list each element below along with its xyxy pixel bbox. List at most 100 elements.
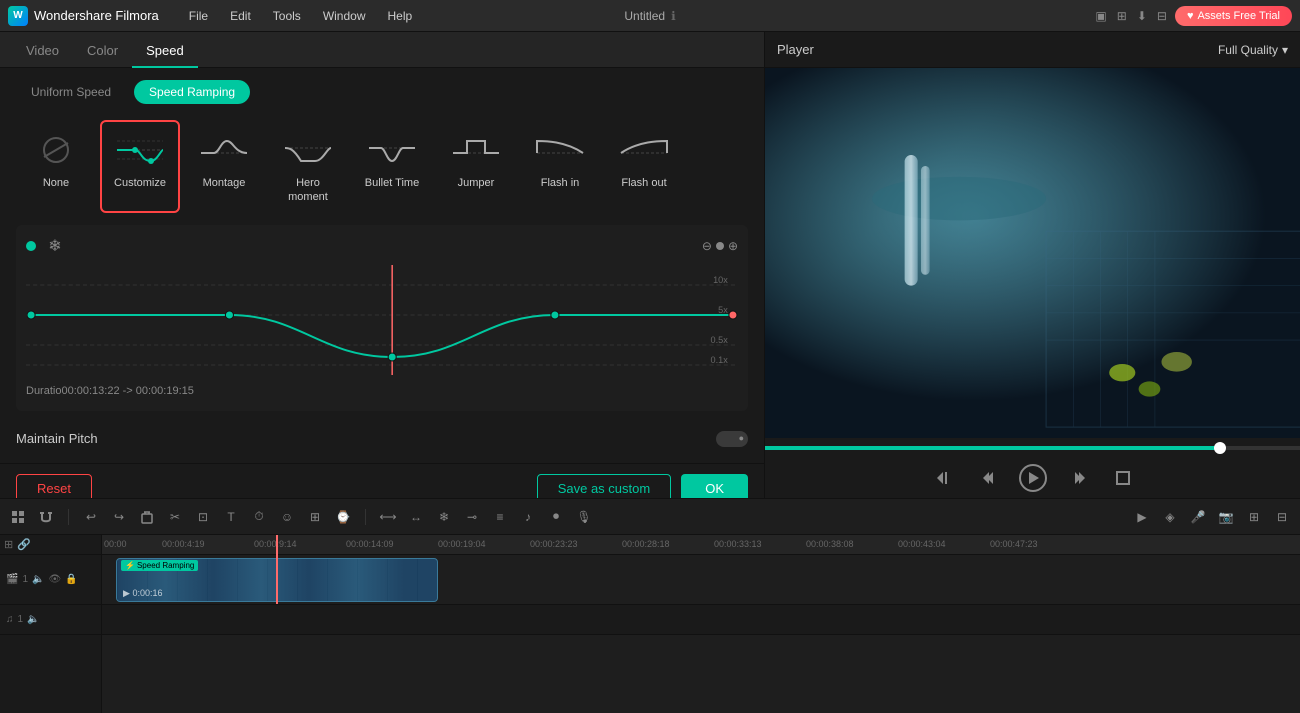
track-number: 1 — [22, 574, 28, 585]
tab-video[interactable]: Video — [12, 35, 73, 68]
step-forward-button[interactable] — [1067, 466, 1091, 490]
preset-none-icon — [26, 130, 86, 170]
layout-icon[interactable]: ⊟ — [1157, 9, 1167, 23]
step-back-button[interactable] — [975, 466, 999, 490]
preset-flash-out-label: Flash out — [621, 176, 666, 190]
zoom-controls: ⊖ ⊕ — [702, 239, 738, 253]
track-lock-icon[interactable]: 🔒 — [65, 574, 77, 585]
preset-flash-in-icon — [530, 130, 590, 170]
effect-tool[interactable]: ☺ — [277, 507, 297, 527]
overlay-tool[interactable]: ⊞ — [305, 507, 325, 527]
reset-button[interactable]: Reset — [16, 474, 92, 498]
preset-none[interactable]: None — [16, 120, 96, 213]
audio-track-lane — [102, 605, 1300, 635]
mark-btn[interactable]: ◈ — [1160, 507, 1180, 527]
delete-tool[interactable] — [137, 507, 157, 527]
download-icon[interactable]: ⬇ — [1137, 9, 1147, 23]
video-track-lane: ✕ ⚡ Speed Ramping — [102, 555, 1300, 605]
skip-back-button[interactable] — [931, 466, 955, 490]
zoom-out-icon[interactable]: ⊖ — [702, 239, 712, 253]
add-track-icon[interactable]: ⊞ — [4, 538, 13, 551]
zoom-in-icon[interactable]: ⊕ — [728, 239, 738, 253]
menu-tools[interactable]: Tools — [263, 5, 311, 27]
audio-track-controls: ♫ 1 🔈 — [0, 605, 101, 635]
link-icon[interactable]: 🔗 — [17, 538, 31, 551]
tab-color[interactable]: Color — [73, 35, 132, 68]
duration-tool[interactable]: ⏱ — [249, 507, 269, 527]
play-small-icon: ▶ — [123, 588, 130, 598]
snowflake-icon: ❄ — [48, 236, 61, 256]
preset-customize[interactable]: Customize — [100, 120, 180, 213]
titlebar-icons: ▣ ⊞ ⬇ ⊟ — [1095, 9, 1167, 23]
zoom-handle[interactable] — [716, 242, 724, 250]
preset-bullet-time[interactable]: Bullet Time — [352, 120, 432, 213]
quality-selector[interactable]: Full Quality ▾ — [1218, 43, 1288, 57]
play-button[interactable] — [1019, 464, 1047, 492]
menu-window[interactable]: Window — [313, 5, 376, 27]
menu-file[interactable]: File — [179, 5, 218, 27]
split-tool[interactable]: ⊸ — [462, 507, 482, 527]
fullscreen-button[interactable] — [1111, 466, 1135, 490]
svg-text:5x: 5x — [718, 305, 728, 315]
settings-btn[interactable]: ⊟ — [1272, 507, 1292, 527]
magnet-tool[interactable] — [36, 507, 56, 527]
more-tools-btn[interactable]: ⊞ — [1244, 507, 1264, 527]
progress-handle[interactable] — [1214, 442, 1226, 454]
player-progress — [765, 438, 1300, 458]
transition-tool[interactable]: ⟷ — [378, 507, 398, 527]
preset-jumper[interactable]: Jumper — [436, 120, 516, 213]
app-logo: W Wondershare Filmora — [8, 6, 159, 26]
maintain-pitch-toggle[interactable]: ● — [716, 431, 748, 447]
monitor-icon[interactable]: ▣ — [1095, 9, 1106, 23]
audio-speaker-icon[interactable]: 🔈 — [27, 614, 39, 625]
time-tool[interactable]: ⌚ — [333, 507, 353, 527]
grid-icon[interactable]: ⊞ — [1117, 9, 1127, 23]
timeline-toolbar: ↩ ↪ ✂ ⊡ T ⏱ ☺ ⊞ ⌚ ⟷ ↔ ❄ ⊸ ≡ ♪ ⏺ 🎙 ▶ ◈ — [0, 499, 1300, 535]
preset-flash-out[interactable]: Flash out — [604, 120, 684, 213]
preset-hero-moment[interactable]: Hero moment — [268, 120, 348, 213]
ruler-mark-5: 00:00:23:23 — [530, 539, 578, 549]
preset-flash-in[interactable]: Flash in — [520, 120, 600, 213]
screenshot-btn[interactable]: 📷 — [1216, 507, 1236, 527]
audio-track-icon: ♫ — [6, 614, 14, 625]
timeline-area: ↩ ↪ ✂ ⊡ T ⏱ ☺ ⊞ ⌚ ⟷ ↔ ❄ ⊸ ≡ ♪ ⏺ 🎙 ▶ ◈ — [0, 498, 1300, 713]
playhead-line[interactable] — [276, 535, 278, 604]
redo-tool[interactable]: ↪ — [109, 507, 129, 527]
reverse-tool[interactable]: ↔ — [406, 507, 426, 527]
save-custom-button[interactable]: Save as custom — [537, 474, 672, 498]
track-eye-icon[interactable]: 👁 — [48, 574, 61, 585]
undo-tool[interactable]: ↩ — [81, 507, 101, 527]
app-name: Wondershare Filmora — [34, 8, 159, 23]
voice-tool[interactable]: 🎙 — [574, 507, 594, 527]
curve-chart: 10x 5x 0.5x 0.1x — [26, 265, 738, 375]
ok-button[interactable]: OK — [681, 474, 748, 498]
menu-edit[interactable]: Edit — [220, 5, 261, 27]
progress-bar[interactable] — [765, 446, 1300, 450]
video-track-controls: 🎬 1 🔈 👁 🔒 — [0, 555, 101, 605]
preset-hero-moment-icon — [278, 130, 338, 170]
record-tool[interactable]: ⏺ — [546, 507, 566, 527]
timeline-tools-more: ⟷ ↔ ❄ ⊸ ≡ ♪ ⏺ 🎙 — [378, 507, 594, 527]
equalizer-tool[interactable]: ≡ — [490, 507, 510, 527]
tab-speed[interactable]: Speed — [132, 35, 198, 68]
mic-btn[interactable]: 🎤 — [1188, 507, 1208, 527]
crop-tool[interactable]: ⊡ — [193, 507, 213, 527]
uniform-speed-tab[interactable]: Uniform Speed — [16, 80, 126, 104]
speed-presets: None Customize — [16, 120, 748, 213]
cut-tool[interactable]: ✂ — [165, 507, 185, 527]
preset-montage[interactable]: Montage — [184, 120, 264, 213]
action-bar: Reset Save as custom OK — [0, 463, 764, 498]
ruler-mark-7: 00:00:33:13 — [714, 539, 762, 549]
track-speaker-icon[interactable]: 🔈 — [32, 574, 44, 585]
speed-ramping-tab[interactable]: Speed Ramping — [134, 80, 250, 104]
audio-tool[interactable]: ♪ — [518, 507, 538, 527]
text-tool[interactable]: T — [221, 507, 241, 527]
assets-free-trial-button[interactable]: ♥ Assets Free Trial — [1175, 6, 1292, 26]
play-timeline-btn[interactable]: ▶ — [1132, 507, 1152, 527]
select-tool[interactable] — [8, 507, 28, 527]
menu-help[interactable]: Help — [378, 5, 423, 27]
timeline-ruler: 00:00 00:00:4:19 00:00:9:14 00:00:14:09 … — [102, 535, 1300, 555]
ruler-mark-1: 00:00:4:19 — [162, 539, 205, 549]
freeze-tool[interactable]: ❄ — [434, 507, 454, 527]
snowflake-button[interactable]: ❄ — [44, 235, 66, 257]
